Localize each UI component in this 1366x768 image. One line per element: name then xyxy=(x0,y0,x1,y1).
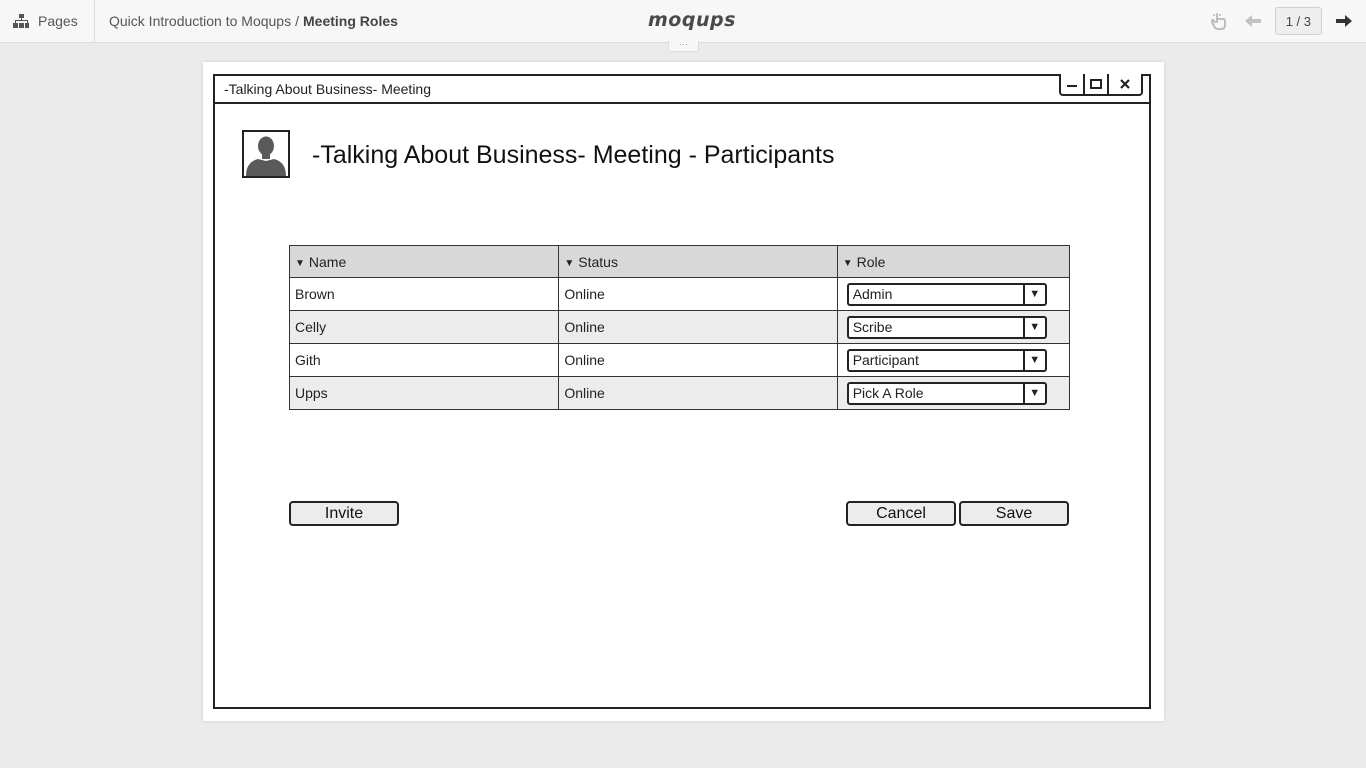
close-icon[interactable] xyxy=(1109,74,1141,94)
role-cell: Participant ▼ xyxy=(836,343,1071,377)
moqups-logo: moqups xyxy=(648,9,736,31)
role-dropdown[interactable]: Pick A Role ▼ xyxy=(846,381,1047,405)
table-header-row: ▼ Name ▼ Status ▼ Role xyxy=(288,245,1071,278)
sort-arrow-icon: ▼ xyxy=(564,257,575,269)
expand-toolbar-tab[interactable]: ··· xyxy=(668,40,699,52)
table-row: Upps Online Pick A Role ▼ xyxy=(288,376,1071,410)
hand-pointer-icon[interactable] xyxy=(1207,9,1231,33)
table-row: Celly Online Scribe ▼ xyxy=(288,310,1071,344)
participant-name: Upps xyxy=(288,376,560,410)
dropdown-arrow-icon[interactable]: ▼ xyxy=(1022,350,1045,370)
save-button[interactable]: Save xyxy=(959,501,1069,526)
participant-status: Online xyxy=(558,376,838,410)
role-cell: Scribe ▼ xyxy=(836,310,1071,344)
column-header-label: Name xyxy=(308,253,347,270)
role-cell: Pick A Role ▼ xyxy=(836,376,1071,410)
user-avatar-icon xyxy=(242,130,290,178)
dropdown-arrow-icon[interactable]: ▼ xyxy=(1022,383,1045,403)
participant-status: Online xyxy=(558,310,838,344)
window-title: -Talking About Business- Meeting xyxy=(224,81,431,97)
minimize-icon[interactable] xyxy=(1061,74,1085,94)
pages-label: Pages xyxy=(38,13,78,29)
role-dropdown-value: Scribe xyxy=(852,318,893,335)
role-dropdown[interactable]: Participant ▼ xyxy=(846,348,1047,372)
participant-name: Brown xyxy=(288,277,560,311)
participant-name: Gith xyxy=(288,343,560,377)
table-row: Gith Online Participant ▼ xyxy=(288,343,1071,377)
column-header-label: Status xyxy=(578,253,618,270)
window-controls xyxy=(1059,74,1143,96)
role-dropdown-value: Participant xyxy=(852,351,919,368)
sort-arrow-icon: ▼ xyxy=(295,257,305,269)
participant-status: Online xyxy=(558,343,838,377)
participants-table: ▼ Name ▼ Status ▼ Role Brown Online Admin ▼ xyxy=(288,245,1071,410)
window-mockup: -Talking About Business- Meeting -Talkin… xyxy=(213,74,1151,709)
breadcrumb: Quick Introduction to Moqups / Meeting R… xyxy=(109,0,398,42)
dropdown-arrow-icon[interactable]: ▼ xyxy=(1022,317,1045,337)
breadcrumb-project[interactable]: Quick Introduction to Moqups xyxy=(109,13,291,29)
table-row: Brown Online Admin ▼ xyxy=(288,277,1071,311)
page-navigation: 1 / 3 xyxy=(1207,0,1356,42)
sitemap-icon xyxy=(13,14,29,28)
dropdown-arrow-icon[interactable]: ▼ xyxy=(1022,284,1045,304)
arrow-left-icon[interactable] xyxy=(1241,9,1265,33)
participant-status: Online xyxy=(558,277,838,311)
role-dropdown[interactable]: Admin ▼ xyxy=(846,282,1047,306)
participant-name: Celly xyxy=(288,310,560,344)
window-titlebar: -Talking About Business- Meeting xyxy=(215,74,1149,104)
page-canvas: -Talking About Business- Meeting -Talkin… xyxy=(203,62,1164,721)
role-cell: Admin ▼ xyxy=(836,277,1071,311)
column-header-status[interactable]: ▼ Status xyxy=(558,245,838,278)
invite-button[interactable]: Invite xyxy=(289,501,399,526)
column-header-role[interactable]: ▼ Role xyxy=(836,245,1071,278)
role-dropdown[interactable]: Scribe ▼ xyxy=(846,315,1047,339)
cancel-button[interactable]: Cancel xyxy=(846,501,956,526)
column-header-name[interactable]: ▼ Name xyxy=(288,245,560,278)
role-dropdown-value: Pick A Role xyxy=(852,384,924,401)
page-heading: -Talking About Business- Meeting - Parti… xyxy=(312,141,835,169)
pages-button[interactable]: Pages xyxy=(0,0,95,42)
top-toolbar: Pages Quick Introduction to Moqups / Mee… xyxy=(0,0,1366,43)
breadcrumb-current-page: Meeting Roles xyxy=(303,13,398,29)
sort-arrow-icon: ▼ xyxy=(842,257,853,269)
column-header-label: Role xyxy=(856,253,886,270)
page-counter[interactable]: 1 / 3 xyxy=(1274,7,1322,35)
maximize-icon[interactable] xyxy=(1085,74,1109,94)
breadcrumb-separator: / xyxy=(295,13,299,29)
arrow-right-icon[interactable] xyxy=(1332,9,1356,33)
role-dropdown-value: Admin xyxy=(852,285,893,302)
